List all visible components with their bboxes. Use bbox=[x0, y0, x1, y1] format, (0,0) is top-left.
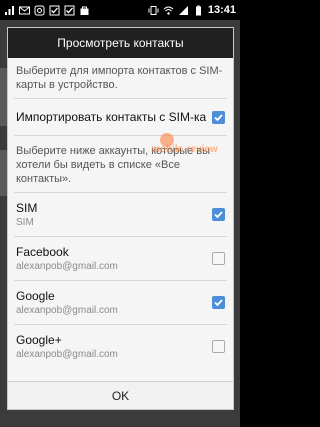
account-checkbox-google[interactable] bbox=[212, 296, 225, 309]
account-row-google-plus[interactable]: Google+ alexanpob@gmail.com bbox=[8, 325, 233, 368]
account-name: Google+ bbox=[16, 333, 62, 347]
checkbox-icon bbox=[64, 5, 75, 15]
account-checkbox-google-plus[interactable] bbox=[212, 340, 225, 353]
import-sim-label: Импортировать контакты с SIM-ка bbox=[16, 110, 207, 124]
checkmark-icon bbox=[214, 211, 223, 219]
watermark-text: mobile-review bbox=[151, 144, 218, 155]
account-checkbox-sim[interactable] bbox=[212, 208, 225, 221]
account-checkbox-facebook[interactable] bbox=[212, 252, 225, 265]
account-row-facebook[interactable]: Facebook alexanpob@gmail.com bbox=[8, 237, 233, 280]
signal-icon bbox=[178, 5, 188, 15]
signal-bars-icon bbox=[5, 5, 14, 15]
account-detail: alexanpob@gmail.com bbox=[16, 305, 118, 316]
dialog-title: Просмотреть контакты bbox=[8, 28, 233, 58]
dialog-body[interactable]: Выберите для импорта контактов с SIM-кар… bbox=[8, 58, 233, 383]
checkmark-icon bbox=[214, 113, 223, 121]
checkbox-icon bbox=[49, 5, 60, 15]
account-detail: alexanpob@gmail.com bbox=[16, 261, 118, 272]
mail-icon bbox=[19, 6, 30, 14]
account-row-google[interactable]: Google alexanpob@gmail.com bbox=[8, 281, 233, 324]
import-sim-checkbox[interactable] bbox=[212, 110, 225, 124]
wifi-icon bbox=[163, 6, 174, 15]
bag-icon bbox=[80, 6, 89, 15]
checkmark-icon bbox=[214, 299, 223, 307]
instagram-icon bbox=[34, 5, 45, 15]
status-bar: 13:41 bbox=[0, 0, 240, 20]
battery-icon bbox=[195, 5, 201, 15]
view-contacts-dialog: Просмотреть контакты Выберите для импорт… bbox=[7, 27, 234, 410]
account-name: SIM bbox=[16, 201, 38, 215]
vibrate-icon bbox=[148, 5, 159, 15]
account-detail: alexanpob@gmail.com bbox=[16, 349, 118, 360]
account-name: Google bbox=[16, 289, 55, 303]
ok-button[interactable]: OK bbox=[112, 389, 129, 403]
status-time: 13:41 bbox=[207, 4, 236, 16]
import-hint: Выберите для импорта контактов с SIM-кар… bbox=[16, 65, 223, 91]
account-row-sim[interactable]: SIM SIM bbox=[8, 193, 233, 236]
account-name: Facebook bbox=[16, 245, 69, 259]
dialog-footer: OK bbox=[8, 381, 233, 409]
import-sim-option[interactable]: Импортировать контакты с SIM-ка bbox=[8, 99, 233, 135]
account-detail: SIM bbox=[16, 217, 34, 228]
